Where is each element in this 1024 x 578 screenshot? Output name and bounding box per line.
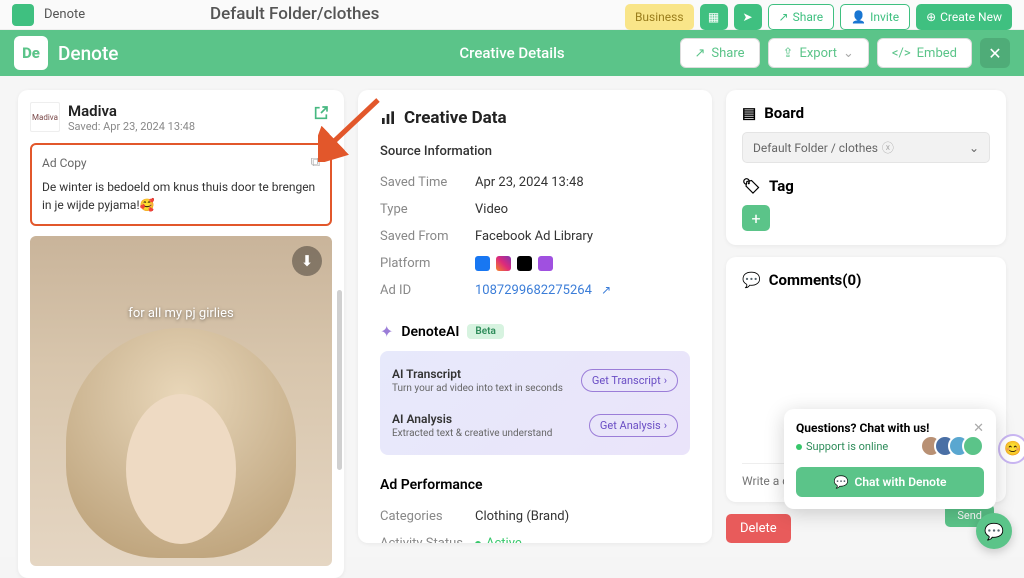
delete-button[interactable]: Delete xyxy=(726,514,791,543)
instagram-icon xyxy=(496,256,511,271)
beta-badge: Beta xyxy=(467,324,503,339)
chat-launcher[interactable]: 💬 xyxy=(976,513,1012,549)
creative-card: Madiva Madiva Saved: Apr 23, 2024 13:48 … xyxy=(18,90,344,578)
ad-copy-label: Ad Copy xyxy=(42,156,87,170)
ai-transcript-desc: Turn your ad video into text in seconds xyxy=(392,383,563,394)
business-badge[interactable]: Business xyxy=(625,4,694,30)
close-icon: ✕ xyxy=(988,44,1001,63)
get-transcript-button[interactable]: Get Transcript› xyxy=(581,369,678,392)
modal-close-button[interactable]: ✕ xyxy=(980,38,1010,68)
add-tag-button[interactable]: + xyxy=(742,205,770,231)
chat-with-denote-button[interactable]: 💬 Chat with Denote xyxy=(796,467,984,497)
ai-assistant-bubble[interactable] xyxy=(998,434,1024,464)
ad-copy-text: De winter is bedoeld om knus thuis door … xyxy=(42,178,320,214)
modal-embed-button[interactable]: </> Embed xyxy=(877,38,972,68)
code-icon: </> xyxy=(892,46,911,61)
background-actions: Business ▦ ➤ ↗ Share 👤 Invite ⊕ Create N… xyxy=(625,4,1012,30)
share-icon: ↗ xyxy=(695,46,706,61)
creative-data-title: Creative Data xyxy=(380,108,690,128)
chat-widget: Questions? Chat with us! ✕ Support is on… xyxy=(784,409,996,509)
active-status-dot xyxy=(475,541,481,543)
background-breadcrumb: Default Folder/clothes xyxy=(210,4,379,24)
source-info-subtitle: Source Information xyxy=(380,144,690,159)
audience-network-icon xyxy=(517,256,532,271)
bar-chart-icon xyxy=(380,110,396,126)
brand-name: Madiva xyxy=(68,102,195,120)
row-platform: Platform xyxy=(380,250,690,277)
background-brand: Denote xyxy=(44,7,85,22)
creative-data-column: Creative Data Source Information Saved T… xyxy=(358,90,712,543)
external-link-icon: ↗ xyxy=(601,283,611,297)
ad-performance-title: Ad Performance xyxy=(380,477,690,493)
get-analysis-button[interactable]: Get Analysis› xyxy=(589,414,678,437)
copy-icon[interactable]: ⧉ xyxy=(311,155,320,170)
ai-transcript-title: AI Transcript xyxy=(392,367,563,381)
bg-icon-button-1[interactable]: ▦ xyxy=(700,4,728,30)
chevron-down-icon: ⌄ xyxy=(969,141,979,155)
board-panel: ▤ Board Default Folder / clothesⓧ ⌄ 🏷 Ta… xyxy=(726,90,1006,245)
bg-share-button[interactable]: ↗ Share xyxy=(768,4,835,30)
background-logo xyxy=(12,4,34,26)
video-preview[interactable]: for all my pj girlies ⬇ xyxy=(30,236,332,566)
tag-icon: 🏷 xyxy=(742,177,761,195)
row-saved-time: Saved Time Apr 23, 2024 13:48 xyxy=(380,169,690,196)
ai-analysis-desc: Extracted text & creative understand xyxy=(392,428,552,439)
download-button[interactable]: ⬇ xyxy=(292,246,322,276)
comment-icon: 💬 xyxy=(742,271,761,289)
modal-header: De Denote Creative Details ↗ Share ⇪ Exp… xyxy=(0,30,1024,76)
brand-avatar: Madiva xyxy=(30,102,60,132)
download-icon: ⬇ xyxy=(301,252,314,270)
bg-icon-button-2[interactable]: ➤ xyxy=(734,4,762,30)
modal-export-button[interactable]: ⇪ Export ⌄ xyxy=(768,38,869,68)
row-ad-id: Ad ID 1087299682275264 ↗ xyxy=(380,277,690,304)
row-categories: Categories Clothing (Brand) xyxy=(380,503,690,530)
chevron-right-icon: › xyxy=(664,419,667,432)
chat-close-button[interactable]: ✕ xyxy=(973,421,984,436)
chat-title: Questions? Chat with us! xyxy=(796,421,929,435)
chat-icon: 💬 xyxy=(984,522,1004,541)
board-icon: ▤ xyxy=(742,104,756,122)
facebook-icon xyxy=(475,256,490,271)
bg-invite-button[interactable]: 👤 Invite xyxy=(840,4,910,30)
modal-brand: Denote xyxy=(58,42,118,65)
export-icon: ⇪ xyxy=(783,46,794,61)
denote-ai-header: ✦ DenoteAI Beta xyxy=(380,322,690,341)
row-activity-status: Activity Status Active Dec 10, 2023 16:0… xyxy=(380,530,690,543)
modal-share-button[interactable]: ↗ Share xyxy=(680,38,760,68)
video-caption: for all my pj girlies xyxy=(30,306,332,321)
left-scrollbar[interactable] xyxy=(337,290,342,470)
creative-share-icon[interactable] xyxy=(310,102,332,124)
ai-card: AI Transcript Turn your ad video into te… xyxy=(380,351,690,455)
messenger-icon xyxy=(538,256,553,271)
ad-id-link[interactable]: 1087299682275264 ↗ xyxy=(475,283,611,298)
row-saved-from: Saved From Facebook Ad Library xyxy=(380,223,690,250)
chevron-right-icon: › xyxy=(664,374,667,387)
modal-logo: De xyxy=(14,36,48,70)
row-type: Type Video xyxy=(380,196,690,223)
modal-title: Creative Details xyxy=(459,44,564,62)
bg-create-button[interactable]: ⊕ Create New xyxy=(916,4,1012,30)
chat-bubble-icon: 💬 xyxy=(834,475,849,489)
ai-analysis-title: AI Analysis xyxy=(392,412,552,426)
remove-board-icon[interactable]: ⓧ xyxy=(882,141,894,155)
board-select[interactable]: Default Folder / clothesⓧ ⌄ xyxy=(742,132,990,163)
online-status-dot xyxy=(796,444,802,450)
creative-preview-column: Madiva Madiva Saved: Apr 23, 2024 13:48 … xyxy=(18,90,344,543)
chevron-down-icon: ⌄ xyxy=(843,46,854,61)
saved-time-line: Saved: Apr 23, 2024 13:48 xyxy=(68,120,195,133)
ad-copy-box: Ad Copy ⧉ De winter is bedoeld om knus t… xyxy=(30,143,332,226)
sparkle-icon: ✦ xyxy=(380,322,393,341)
